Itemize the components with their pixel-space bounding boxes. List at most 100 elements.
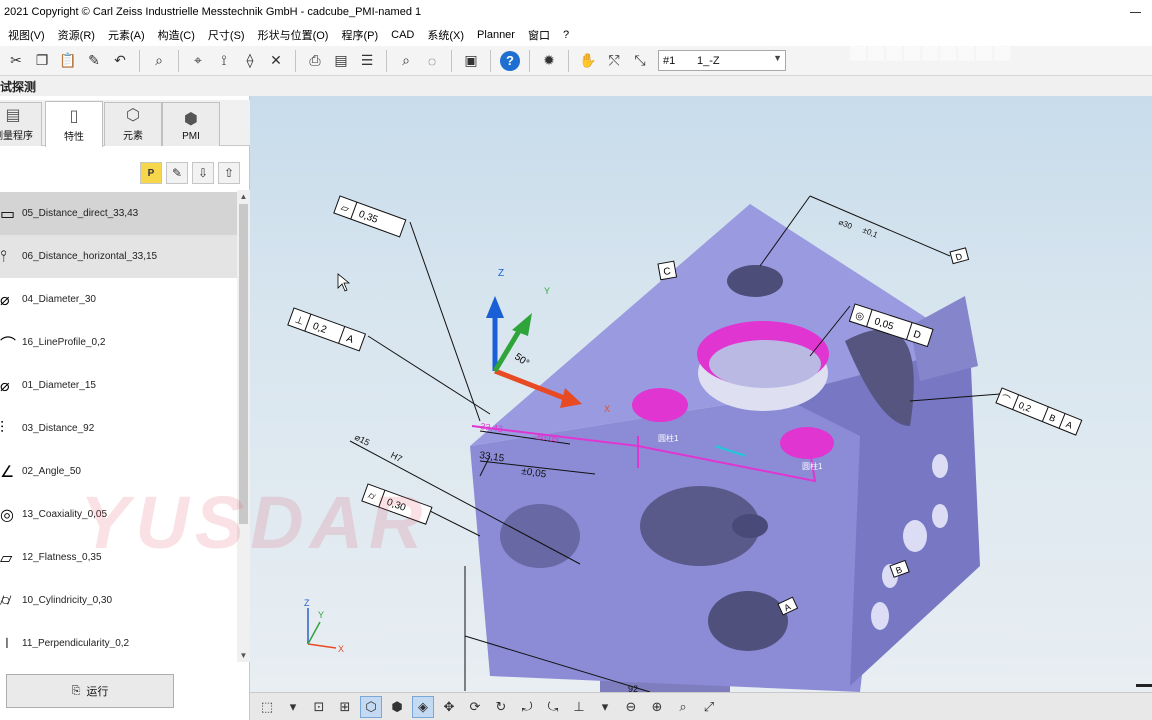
toolbar-separator: [139, 49, 140, 72]
toolbar-separator: [178, 49, 179, 72]
stylus-qualify-icon[interactable]: ⟠: [238, 49, 262, 73]
toolbar-separator: [451, 49, 452, 72]
characteristics-toolbar: P ✎ ⇩ ⇧: [140, 162, 240, 184]
tab-program[interactable]: ▤ 测量程序: [0, 102, 42, 146]
list-icon[interactable]: ☰: [355, 49, 379, 73]
list-item[interactable]: ∠ 02_Angle_50: [0, 450, 237, 493]
list-item[interactable]: ⌒ 16_LineProfile_0,2: [0, 321, 237, 364]
help-button[interactable]: ?: [498, 49, 522, 73]
list-item[interactable]: ⌭ 10_Cylindricity_0,30: [0, 579, 237, 622]
save-icon[interactable]: ▣: [459, 49, 483, 73]
base-align-icon[interactable]: ⤡: [628, 49, 652, 73]
print-icon[interactable]: ⎙: [303, 49, 327, 73]
list-item[interactable]: ⌀ 04_Diameter_30: [0, 278, 237, 321]
pan-icon[interactable]: ✥: [438, 696, 460, 718]
menu-resources[interactable]: 资源(R): [52, 27, 102, 43]
menu-view[interactable]: 视图(V): [2, 27, 52, 43]
fit-icon[interactable]: ⤢: [698, 696, 720, 718]
tab-characteristics[interactable]: ▯ 特性: [45, 101, 103, 147]
list-item[interactable]: ⫶ 03_Distance_92: [0, 407, 237, 450]
stylus-icon[interactable]: ⌖: [186, 49, 210, 73]
zoom-window-icon[interactable]: ⊡: [308, 696, 330, 718]
rotate-icon[interactable]: ⟳: [464, 696, 486, 718]
datum-d: D: [949, 247, 970, 265]
front-hole-left: [500, 504, 580, 568]
settings-icon[interactable]: ✹: [537, 49, 561, 73]
zoom-in-icon[interactable]: ⊕: [646, 696, 668, 718]
wireframe-icon[interactable]: ⬢: [386, 696, 408, 718]
menu-help[interactable]: ?: [557, 29, 576, 41]
list-scrollbar[interactable]: ▲ ▼: [237, 190, 250, 662]
menu-size[interactable]: 尺寸(S): [202, 27, 252, 43]
mini-x-label: X: [338, 644, 344, 654]
list-item[interactable]: ▭ 05_Distance_direct_33,43: [0, 192, 237, 235]
toolbar-separator: [386, 49, 387, 72]
tab-elements[interactable]: ⬡ 元素: [104, 102, 162, 146]
search-icon[interactable]: ⌕: [394, 49, 418, 73]
help-icon: ?: [500, 50, 520, 71]
dimension-diameter-15: ⌀15: [353, 432, 371, 448]
menu-cad[interactable]: CAD: [385, 29, 421, 41]
tab-pmi[interactable]: ⬢ PMI: [162, 102, 220, 146]
pmi-icon: ⬢: [184, 111, 198, 128]
protocol-button[interactable]: P: [140, 162, 162, 184]
scroll-thumb[interactable]: [239, 204, 248, 524]
edit-icon[interactable]: ✎: [82, 49, 106, 73]
align-icon[interactable]: ⤲: [602, 49, 626, 73]
leader-line: [809, 195, 951, 257]
zoom-out-icon[interactable]: ⊖: [620, 696, 642, 718]
solid-view-icon[interactable]: ⬡: [360, 695, 382, 718]
scroll-up-icon[interactable]: ▲: [237, 190, 250, 203]
spin-icon[interactable]: ↻: [490, 696, 512, 718]
hand-icon[interactable]: ✋: [576, 49, 600, 73]
distance-icon: ⫶: [0, 419, 5, 437]
y-axis-arrow: [512, 313, 532, 336]
leader-line: [409, 221, 481, 422]
probe-tool-icon[interactable]: ✂: [4, 49, 28, 73]
menu-elements[interactable]: 元素(A): [102, 27, 152, 43]
cylinder-1-label: 圆柱1: [658, 433, 679, 443]
shaded-icon[interactable]: ◈: [412, 695, 434, 718]
list-item[interactable]: ⊥ 11_Perpendicularity_0,2: [0, 622, 237, 649]
tilt-icon[interactable]: ⤾: [516, 696, 538, 718]
view-cube-icon[interactable]: ⬚: [256, 696, 278, 718]
position-select[interactable]: #1 1_-Z ▼: [658, 50, 786, 71]
menu-construct[interactable]: 构造(C): [152, 27, 202, 43]
scroll-down-icon[interactable]: ▼: [237, 649, 250, 662]
copy-icon[interactable]: ❐: [30, 49, 54, 73]
leader-line: [367, 335, 491, 415]
counterbore-inner: [709, 340, 821, 388]
run-button[interactable]: ⎘ 运行: [6, 674, 174, 708]
move-up-icon[interactable]: ⇧: [218, 162, 240, 184]
menu-system[interactable]: 系统(X): [421, 27, 471, 43]
undo-icon[interactable]: ↶: [108, 49, 132, 73]
menu-window[interactable]: 窗口: [522, 27, 557, 43]
minimize-button[interactable]: [1118, 0, 1152, 24]
pencil-icon[interactable]: ✎: [166, 162, 188, 184]
axes-icon[interactable]: ⊥: [568, 696, 590, 718]
z-axis-label: Z: [498, 268, 504, 279]
move-down-icon[interactable]: ⇩: [192, 162, 214, 184]
binoculars-icon[interactable]: ⌕: [147, 49, 171, 73]
list-item[interactable]: ◎ 13_Coaxiality_0,05: [0, 493, 237, 536]
flip-icon[interactable]: ⤿: [542, 696, 564, 718]
menu-planner[interactable]: Planner: [471, 29, 522, 41]
mouse-cursor: [337, 273, 351, 292]
zoom-all-icon[interactable]: ⊞: [334, 696, 356, 718]
list-item-label: 16_LineProfile_0,2: [22, 337, 106, 348]
viewport-marker: [1136, 684, 1152, 687]
chat-icon[interactable]: ◌: [420, 49, 444, 73]
paste-icon[interactable]: 📋: [56, 49, 80, 73]
menu-program[interactable]: 程序(P): [335, 27, 385, 43]
chevron-down-icon[interactable]: ▾: [594, 696, 616, 718]
zoom-icon[interactable]: ⌕: [672, 696, 694, 718]
chevron-down-icon[interactable]: ▾: [282, 696, 304, 718]
list-item[interactable]: ⏥ 12_Flatness_0,35: [0, 536, 237, 579]
list-item[interactable]: ⫯ 06_Distance_horizontal_33,15: [0, 235, 237, 278]
report-icon[interactable]: ▤: [329, 49, 353, 73]
stylus-change-icon[interactable]: ⟟: [212, 49, 236, 73]
tools-icon[interactable]: ✕: [264, 49, 288, 73]
cad-viewport[interactable]: 圆柱1 圆柱1 Z X Y 50° 33,15 ±0,05 33,43 ±0,0…: [250, 96, 1152, 692]
menu-form-position[interactable]: 形状与位置(O): [252, 27, 336, 43]
list-item[interactable]: ⌀ 01_Diameter_15: [0, 364, 237, 407]
